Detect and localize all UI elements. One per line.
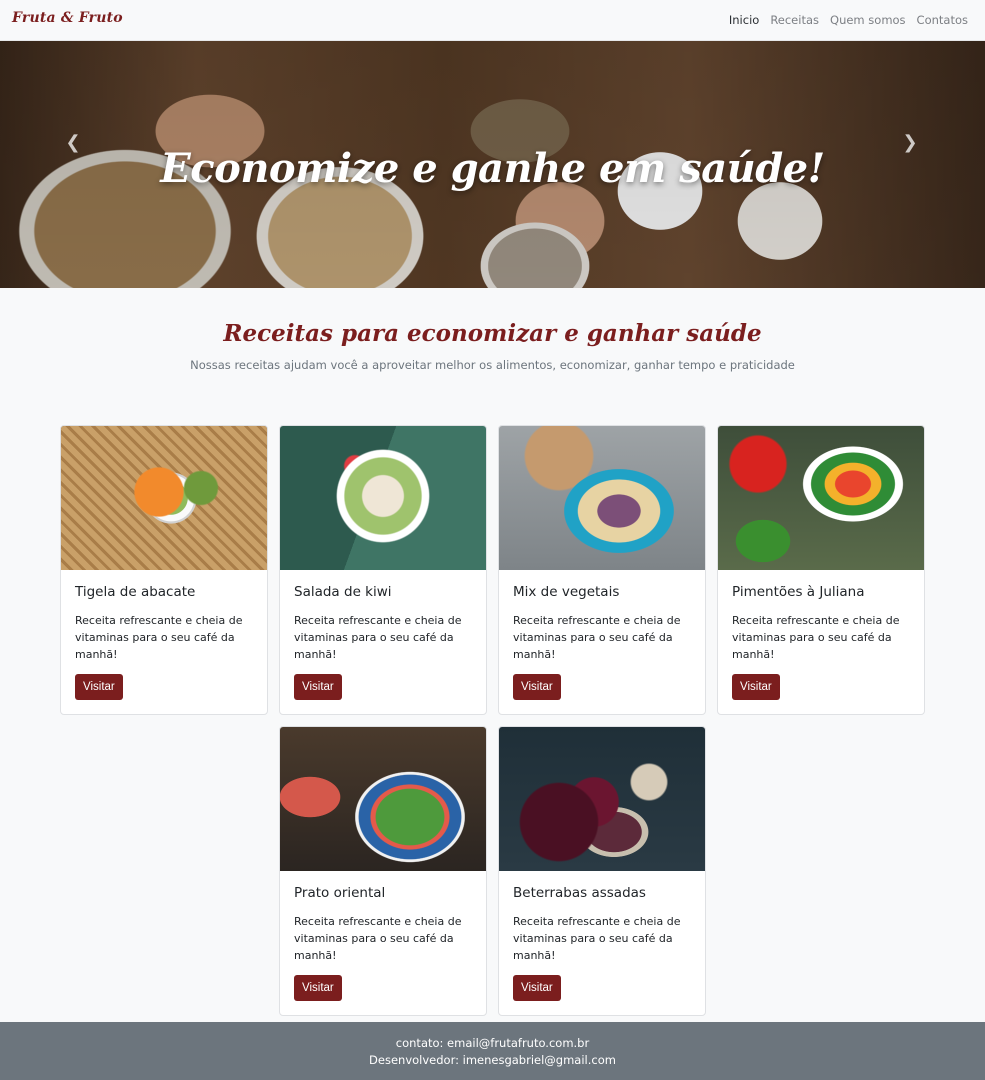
brand-logo[interactable]: Fruta & Fruto bbox=[12, 10, 123, 26]
nav-link-receitas[interactable]: Receitas bbox=[770, 13, 819, 27]
recipe-image bbox=[499, 426, 705, 570]
footer-contact: contato: email@frutafruto.com.br bbox=[395, 1036, 590, 1050]
card-title: Salada de kiwi bbox=[294, 584, 392, 600]
card-text: Receita refrescante e cheia de vitaminas… bbox=[294, 915, 462, 962]
section-subtitle: Nossas receitas ajudam você a aproveitar… bbox=[190, 358, 795, 372]
recipe-card-beterrabas-assadas: Beterrabas assadas Receita refrescante e… bbox=[498, 726, 706, 1016]
recipe-card-mix-de-vegetais: Mix de vegetais Receita refrescante e ch… bbox=[498, 425, 706, 715]
recipe-image bbox=[280, 426, 486, 570]
recipe-image bbox=[61, 426, 267, 570]
footer: contato: email@frutafruto.com.br Desenvo… bbox=[0, 1022, 985, 1080]
hero-title: Economize e ganhe em saúde! bbox=[160, 145, 825, 192]
navbar: Fruta & Fruto Inicio Receitas Quem somos… bbox=[0, 0, 985, 41]
card-title: Beterrabas assadas bbox=[513, 885, 646, 901]
recipe-card-salada-de-kiwi: Salada de kiwi Receita refrescante e che… bbox=[279, 425, 487, 715]
visit-button[interactable]: Visitar bbox=[732, 674, 780, 700]
nav-link-quem-somos[interactable]: Quem somos bbox=[830, 13, 906, 27]
footer-developer: Desenvolvedor: imenesgabriel@gmail.com bbox=[369, 1053, 616, 1067]
card-title: Pimentões à Juliana bbox=[732, 584, 865, 600]
card-title: Tigela de abacate bbox=[75, 584, 196, 600]
recipe-image bbox=[718, 426, 924, 570]
card-text: Receita refrescante e cheia de vitaminas… bbox=[294, 614, 462, 661]
section-title: Receitas para economizar e ganhar saúde bbox=[223, 320, 762, 347]
card-text: Receita refrescante e cheia de vitaminas… bbox=[732, 614, 900, 661]
card-text: Receita refrescante e cheia de vitaminas… bbox=[75, 614, 243, 661]
nav-link-contatos[interactable]: Contatos bbox=[917, 13, 968, 27]
card-title: Prato oriental bbox=[294, 885, 386, 901]
card-title: Mix de vegetais bbox=[513, 584, 620, 600]
nav-link-inicio[interactable]: Inicio bbox=[729, 13, 759, 27]
recipe-card-prato-oriental: Prato oriental Receita refrescante e che… bbox=[279, 726, 487, 1016]
visit-button[interactable]: Visitar bbox=[294, 975, 342, 1001]
card-text: Receita refrescante e cheia de vitaminas… bbox=[513, 614, 681, 661]
recipe-card-pimentoes-a-juliana: Pimentões à Juliana Receita refrescante … bbox=[717, 425, 925, 715]
recipe-card-tigela-de-abacate: Tigela de abacate Receita refrescante e … bbox=[60, 425, 268, 715]
recipe-image bbox=[280, 727, 486, 871]
visit-button[interactable]: Visitar bbox=[294, 674, 342, 700]
hero-carousel: ❮ ❯ Economize e ganhe em saúde! bbox=[0, 41, 985, 288]
visit-button[interactable]: Visitar bbox=[75, 674, 123, 700]
recipe-image bbox=[499, 727, 705, 871]
card-text: Receita refrescante e cheia de vitaminas… bbox=[513, 915, 681, 962]
visit-button[interactable]: Visitar bbox=[513, 674, 561, 700]
visit-button[interactable]: Visitar bbox=[513, 975, 561, 1001]
nav-links: Inicio Receitas Quem somos Contatos bbox=[729, 13, 968, 27]
